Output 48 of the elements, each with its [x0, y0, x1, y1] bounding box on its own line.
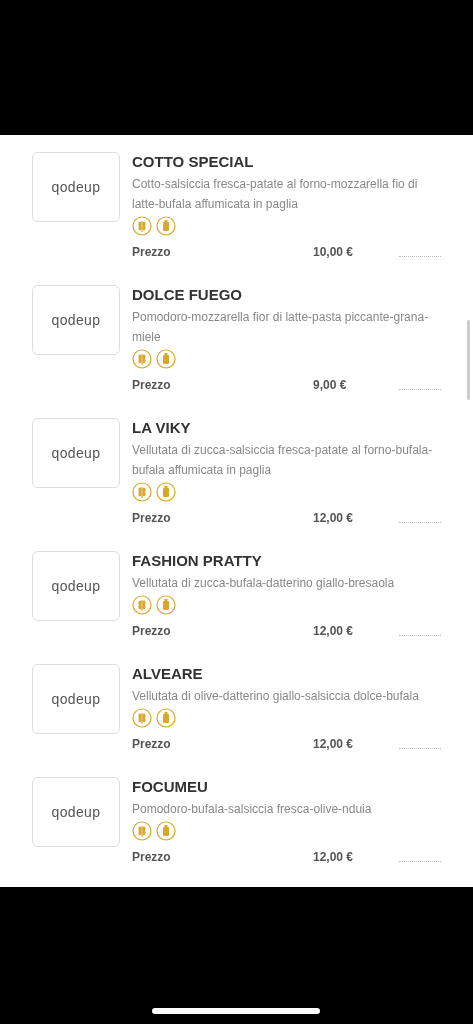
- logo-text: qodeup: [51, 310, 101, 330]
- price-label: Prezzo: [132, 623, 172, 640]
- price-label: Prezzo: [132, 244, 172, 261]
- bottle-icon: [156, 482, 176, 502]
- price-label: Prezzo: [132, 736, 172, 753]
- wheat-icon: [132, 708, 152, 728]
- item-description: Pomodoro-mozzarella fior di latte-pasta piccante-grana-miele: [132, 309, 430, 346]
- quantity-line: [399, 521, 441, 523]
- item-description: Vellutata di olive-datterino giallo-salsiccia dolce-bufala: [132, 688, 420, 705]
- price-value: 9,00 €: [313, 377, 348, 394]
- wheat-icon: [132, 821, 152, 841]
- price-value: 12,00 €: [313, 510, 355, 527]
- item-title: COTTO SPECIAL: [132, 152, 255, 172]
- logo-text: qodeup: [51, 689, 101, 709]
- quantity-line: [399, 388, 441, 390]
- bottle-icon: [156, 595, 176, 615]
- item-description: Vellutata di zucca-salsiccia fresca-patate al forno-bufala-bufala affumicata in paglia: [132, 442, 434, 479]
- quantity-line: [399, 747, 441, 749]
- price-value: 12,00 €: [313, 849, 355, 866]
- price-value: 12,00 €: [313, 623, 355, 640]
- item-title: FOCUMEU: [132, 777, 209, 797]
- bottle-icon: [156, 216, 176, 236]
- item-title: FASHION PRATTY: [132, 551, 263, 571]
- wheat-icon: [132, 595, 152, 615]
- wheat-icon: [132, 216, 152, 236]
- price-label: Prezzo: [132, 849, 172, 866]
- item-title: DOLCE FUEGO: [132, 285, 243, 305]
- item-title: ALVEARE: [132, 664, 204, 684]
- price-label: Prezzo: [132, 377, 172, 394]
- quantity-line: [399, 860, 441, 862]
- item-title: LA VIKY: [132, 418, 192, 438]
- item-description: Cotto-salsiccia fresca-patate al forno-mozzarella fio di latte-bufala affumicata in paglia: [132, 176, 419, 213]
- logo-text: qodeup: [51, 802, 101, 822]
- logo-text: qodeup: [51, 443, 101, 463]
- quantity-line: [399, 255, 441, 257]
- bottle-icon: [156, 349, 176, 369]
- price-value: 10,00 €: [313, 244, 355, 261]
- wheat-icon: [132, 482, 152, 502]
- price-label: Prezzo: [132, 510, 172, 527]
- bottle-icon: [156, 821, 176, 841]
- bottle-icon: [156, 708, 176, 728]
- wheat-icon: [132, 349, 152, 369]
- quantity-line: [399, 634, 441, 636]
- logo-text: qodeup: [51, 576, 101, 596]
- price-value: 12,00 €: [313, 736, 355, 753]
- item-description: Pomodoro-bufala-salsiccia fresca-olive-nduia: [132, 801, 373, 818]
- item-description: Vellutata di zucca-bufala-datterino giallo-bresaola: [132, 575, 396, 592]
- logo-text: qodeup: [51, 177, 101, 197]
